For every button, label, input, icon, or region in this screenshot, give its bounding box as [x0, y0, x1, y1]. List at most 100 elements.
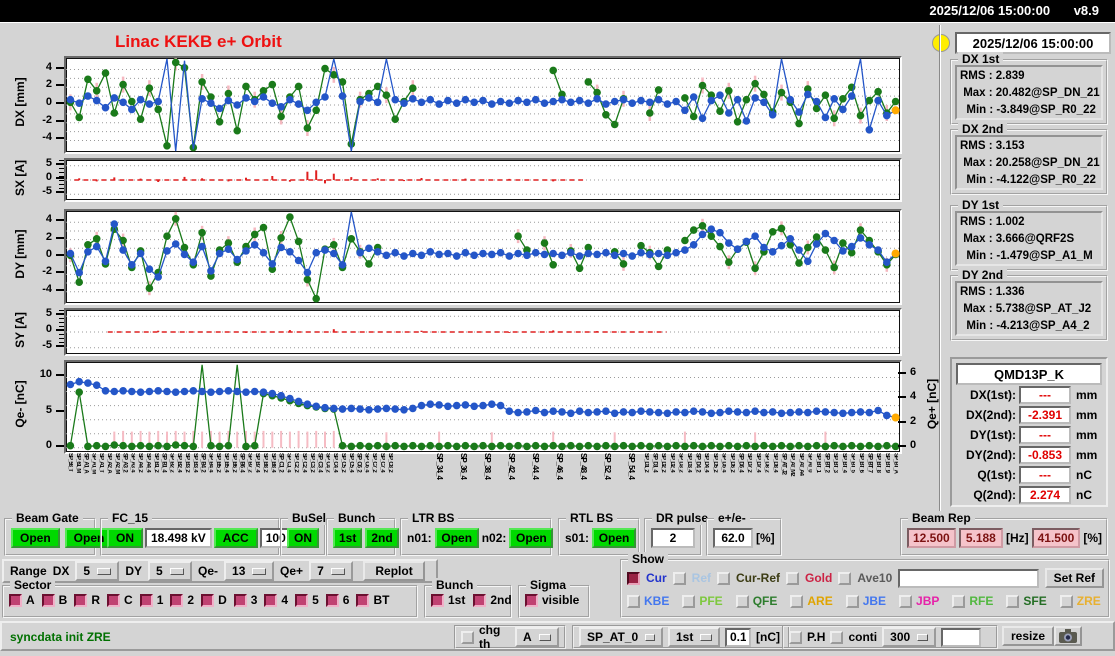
ltr-n02-button[interactable]: Open [509, 528, 554, 548]
axis-tick-label: 5 [45, 403, 52, 416]
sector-d-checkbox[interactable] [201, 593, 215, 607]
sector-5-checkbox[interactable] [295, 593, 309, 607]
busel-group: BuSel ON [280, 511, 331, 556]
spare-input[interactable] [941, 627, 982, 647]
bpm-x-label: SP_BT_6 [858, 453, 864, 473]
sector-2-checkbox[interactable] [170, 593, 184, 607]
hz-unit: [Hz] [1005, 531, 1029, 545]
threshold-input[interactable] [725, 627, 751, 647]
show-zre-label: ZRE [1076, 594, 1101, 608]
show-ave10-checkbox[interactable] [838, 571, 852, 585]
bpm-x-label: SP_58_T [67, 453, 73, 472]
n01-label: n01: [407, 531, 432, 545]
show-sfe-label: SFE [1023, 594, 1047, 608]
rtl-s01-button[interactable]: Open [592, 528, 637, 548]
bpm-x-label: SP_42_4 [508, 453, 515, 479]
axis-tick-label: -2 [42, 113, 52, 126]
bunch-2nd-checkbox[interactable] [473, 593, 487, 607]
sector-1-checkbox[interactable] [139, 593, 153, 607]
bpm-select[interactable]: SP_AT_0 [579, 627, 663, 647]
bpm-x-label: SP_44_4 [532, 453, 539, 479]
bpm-x-label: SP_38_4 [484, 453, 491, 479]
range-dx-label: DX [52, 564, 70, 578]
sector-b-checkbox[interactable] [41, 593, 55, 607]
titlebar-datetime: 2025/12/06 15:00:00 [929, 3, 1051, 18]
points-select[interactable]: 300 [882, 627, 937, 647]
axis-tick-label: 5 [45, 307, 52, 320]
axis-tick-mark [56, 374, 64, 377]
axis-tick-label: 2 [45, 78, 52, 91]
sector-c-checkbox[interactable] [107, 593, 121, 607]
sigma-visible-checkbox[interactable] [525, 593, 538, 607]
bpm-x-label: SP_B7_2 [246, 453, 253, 472]
busel-on-button[interactable]: ON [287, 528, 319, 548]
range-qem-select[interactable]: 13 [224, 561, 275, 581]
range-dy-select[interactable]: 5 [148, 561, 193, 581]
bunch-select[interactable]: 1st [668, 627, 720, 647]
axis-tick-label: 2 [45, 230, 52, 243]
set-ref-button[interactable]: Set Ref [1044, 568, 1104, 588]
show-jbe-checkbox[interactable] [845, 594, 859, 608]
ref-name-input[interactable] [898, 568, 1039, 588]
replot-button[interactable]: Replot [363, 561, 426, 581]
camera-icon [1059, 629, 1077, 643]
sector-a-checkbox[interactable] [9, 593, 22, 607]
axis-tick-mark [56, 191, 64, 194]
fc15-acc-button[interactable]: ACC [213, 528, 258, 548]
bpm-x-label: SP_A2_M [113, 453, 120, 474]
stats-dx-2nd: DX 2nd RMS : 3.153 Max : 20.258@SP_DN_21… [950, 122, 1108, 195]
show-cur-checkbox[interactable] [627, 571, 640, 585]
show-qfe-checkbox[interactable] [735, 594, 749, 608]
show-cur-ref-checkbox[interactable] [717, 571, 731, 585]
show-zre-checkbox[interactable] [1059, 594, 1073, 608]
bpm-x-label: SP_BT_7 [866, 453, 873, 473]
sector-6-checkbox[interactable] [325, 593, 339, 607]
bpm-x-label: SP_B6_2 [230, 453, 237, 472]
bpm-x-label: SP_C5_2 [340, 453, 346, 472]
range-dx-select[interactable]: 5 [75, 561, 120, 581]
bpm-x-label: SP_BT_1 [815, 453, 821, 473]
option-menu-icon [169, 567, 185, 575]
axis-tick-label: -5 [42, 185, 52, 198]
ltr-n01-button[interactable]: Open [434, 528, 479, 548]
sector-d-item: D [201, 593, 227, 607]
fc15-on-button[interactable]: ON [107, 528, 143, 548]
axis-tick-label: -4 [42, 131, 52, 144]
axis-tick-label: -5 [42, 338, 52, 351]
range-qep-select[interactable]: 7 [309, 561, 354, 581]
resize-button[interactable]: resize [1002, 626, 1055, 646]
show-gold-checkbox[interactable] [786, 571, 800, 585]
beam-gate-1-button[interactable]: Open [11, 528, 60, 548]
bunch-1st-checkbox[interactable] [431, 593, 444, 607]
max-value: Max : 20.482@SP_DN_21 [960, 87, 1100, 99]
conti-checkbox[interactable] [830, 630, 844, 644]
sector-r-checkbox[interactable] [74, 593, 88, 607]
bunch-1st-button[interactable]: 1st [333, 528, 363, 548]
sector-3-checkbox[interactable] [233, 593, 247, 607]
show-sfe-checkbox[interactable] [1006, 594, 1020, 608]
show-ref-checkbox[interactable] [672, 571, 686, 585]
show-jbp-checkbox[interactable] [899, 594, 913, 608]
camera-button[interactable] [1054, 626, 1082, 646]
axis-tick-mark [56, 236, 64, 239]
show-rfe-checkbox[interactable] [952, 594, 966, 608]
show-jbe-label: JBE [862, 594, 887, 608]
show-pfe-checkbox[interactable] [682, 594, 696, 608]
show-are-checkbox[interactable] [790, 594, 804, 608]
sector-a-item: A [9, 593, 35, 607]
show-are-item: ARE [790, 594, 833, 608]
sector-4-checkbox[interactable] [264, 593, 278, 607]
bpm-x-label: SP_C3_4 [316, 453, 323, 472]
threshold-select[interactable]: A [515, 627, 559, 647]
show-kbe-label: KBE [644, 594, 670, 608]
bpm-x-label: SP_AT_M2 [789, 453, 796, 476]
show-kbe-checkbox[interactable] [627, 594, 640, 608]
axis-tick-label: 4 [45, 213, 52, 226]
bunch-2nd-button[interactable]: 2nd [365, 528, 399, 548]
sector-bt-checkbox[interactable] [356, 593, 370, 607]
e-ratio-group: e+/e- 62.0 [%] [706, 511, 782, 556]
dr-pulse-group: DR pulse 2 [644, 511, 713, 556]
chg-th-checkbox[interactable] [461, 630, 474, 644]
bpm-name[interactable]: QMD13P_K [956, 363, 1102, 385]
ph-checkbox[interactable] [789, 630, 802, 644]
